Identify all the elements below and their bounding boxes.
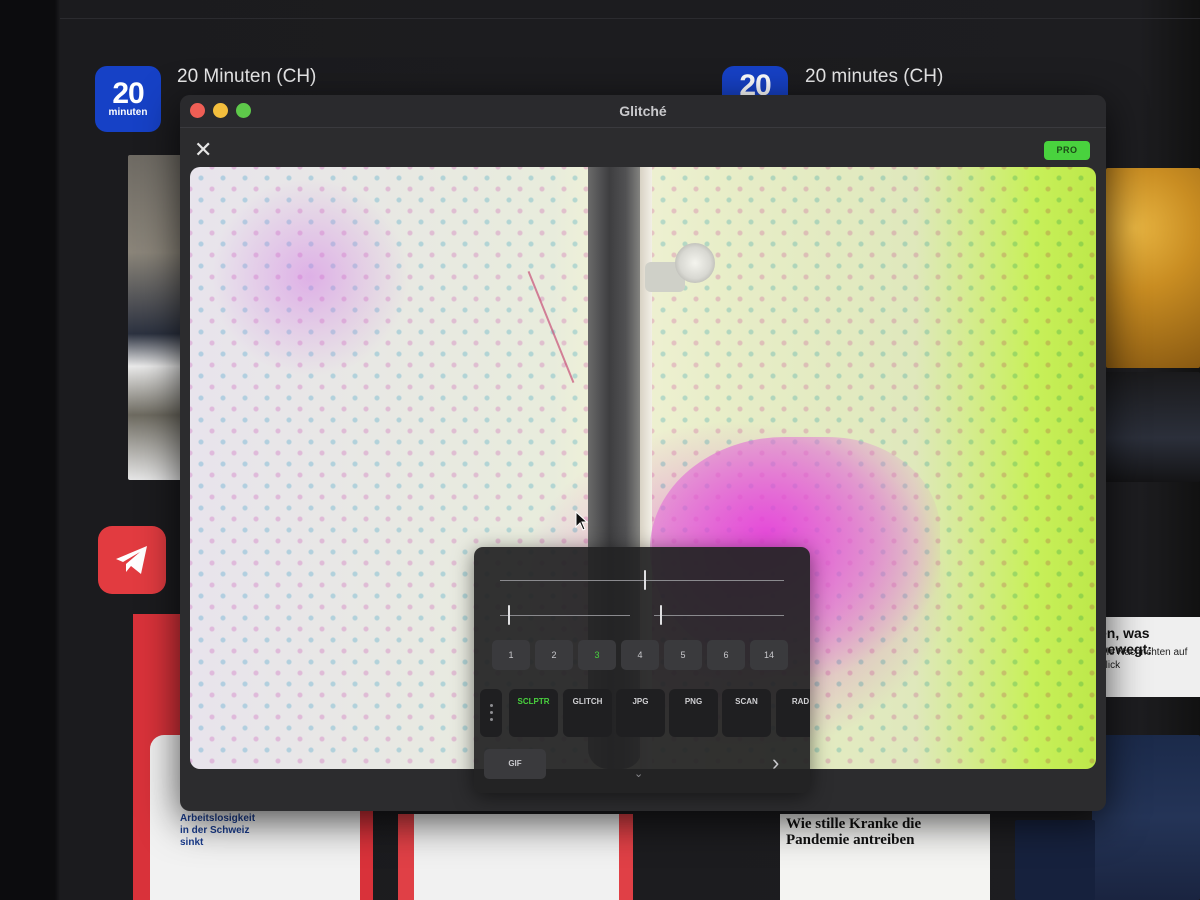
news-headline: Wie stille Kranke die Pandemie antreiben	[786, 816, 922, 848]
title-bar[interactable]: Glitché	[180, 95, 1106, 128]
glitche-window: Glitché ✕ PRO 1 2 3 4 5 6 14 SCLPTR GLITCH JPG PN…	[180, 95, 1106, 811]
news-thumb-paper[interactable]: Wie stille Kranke die Pandemie antreiben	[780, 814, 990, 900]
divider	[60, 18, 1200, 19]
news-subline: elle Nachrichten auf	[1099, 647, 1188, 658]
app-icon-20-minuten[interactable]: 20 minuten	[95, 66, 161, 132]
slider-thumb-right[interactable]	[659, 605, 662, 625]
number-button-14[interactable]: 14	[750, 640, 788, 670]
mouse-cursor-icon	[575, 511, 589, 531]
screenshot-thumb-navy[interactable]	[1092, 735, 1200, 900]
screenshot-thumb-dark[interactable]	[1103, 372, 1200, 482]
effects-panel: 1 2 3 4 5 6 14 SCLPTR GLITCH JPG PNG SCAN RAD GIF ⌄…	[474, 547, 810, 793]
glitch-color-wash	[210, 177, 410, 377]
number-button-6[interactable]: 6	[707, 640, 745, 670]
more-options-button[interactable]	[480, 689, 502, 737]
app-name-20-minuten[interactable]: 20 Minuten (CH)	[177, 66, 316, 88]
effect-button-sclptr[interactable]: SCLPTR	[509, 689, 558, 737]
number-button-4[interactable]: 4	[621, 640, 659, 670]
close-icon[interactable]: ✕	[194, 139, 212, 161]
chevron-down-icon[interactable]: ⌄	[634, 767, 643, 780]
window-title: Glitché	[619, 103, 667, 119]
screenshot-thumb[interactable]	[128, 155, 184, 480]
pro-button[interactable]: PRO	[1044, 141, 1090, 160]
telegram-app-icon[interactable]	[98, 526, 166, 594]
effect-button-rad[interactable]: RAD	[776, 689, 810, 737]
news-thumb-blick[interactable]: en, was bewegt: elle Nachrichten auf Bli…	[1097, 617, 1200, 697]
number-button-3[interactable]: 3	[578, 640, 616, 670]
telegram-icon	[116, 546, 147, 574]
app-icon-subtext: minuten	[108, 107, 148, 118]
chevron-right-icon[interactable]: ›	[772, 752, 779, 774]
screenshot-thumb-coins[interactable]	[1106, 168, 1200, 368]
number-button-5[interactable]: 5	[664, 640, 702, 670]
news-thumb-white[interactable]	[414, 814, 619, 900]
effect-button-glitch[interactable]: GLITCH	[563, 689, 612, 737]
number-button-2[interactable]: 2	[535, 640, 573, 670]
slider-track-right[interactable]	[654, 615, 784, 616]
number-button-1[interactable]: 1	[492, 640, 530, 670]
screenshot-thumb-navy-2[interactable]	[1015, 820, 1095, 900]
app-icon-20-minutes[interactable]: 20	[722, 66, 788, 101]
slider-track-left[interactable]	[500, 615, 630, 616]
app-icon-text: 20	[112, 77, 144, 110]
skateboard-wheel	[675, 243, 715, 283]
slider-track-intensity[interactable]	[500, 580, 784, 581]
gif-button[interactable]: GIF	[484, 749, 546, 779]
news-thumb-headline: Arbeitslosigkeit in der Schweiz sinkt	[180, 813, 256, 848]
effect-button-scan[interactable]: SCAN	[722, 689, 771, 737]
app-name-20-minutes[interactable]: 20 minutes (CH)	[805, 66, 943, 88]
effect-button-jpg[interactable]: JPG	[616, 689, 665, 737]
slider-thumb-intensity[interactable]	[643, 570, 646, 590]
slider-thumb-left[interactable]	[508, 605, 511, 625]
effect-button-png[interactable]: PNG	[669, 689, 718, 737]
